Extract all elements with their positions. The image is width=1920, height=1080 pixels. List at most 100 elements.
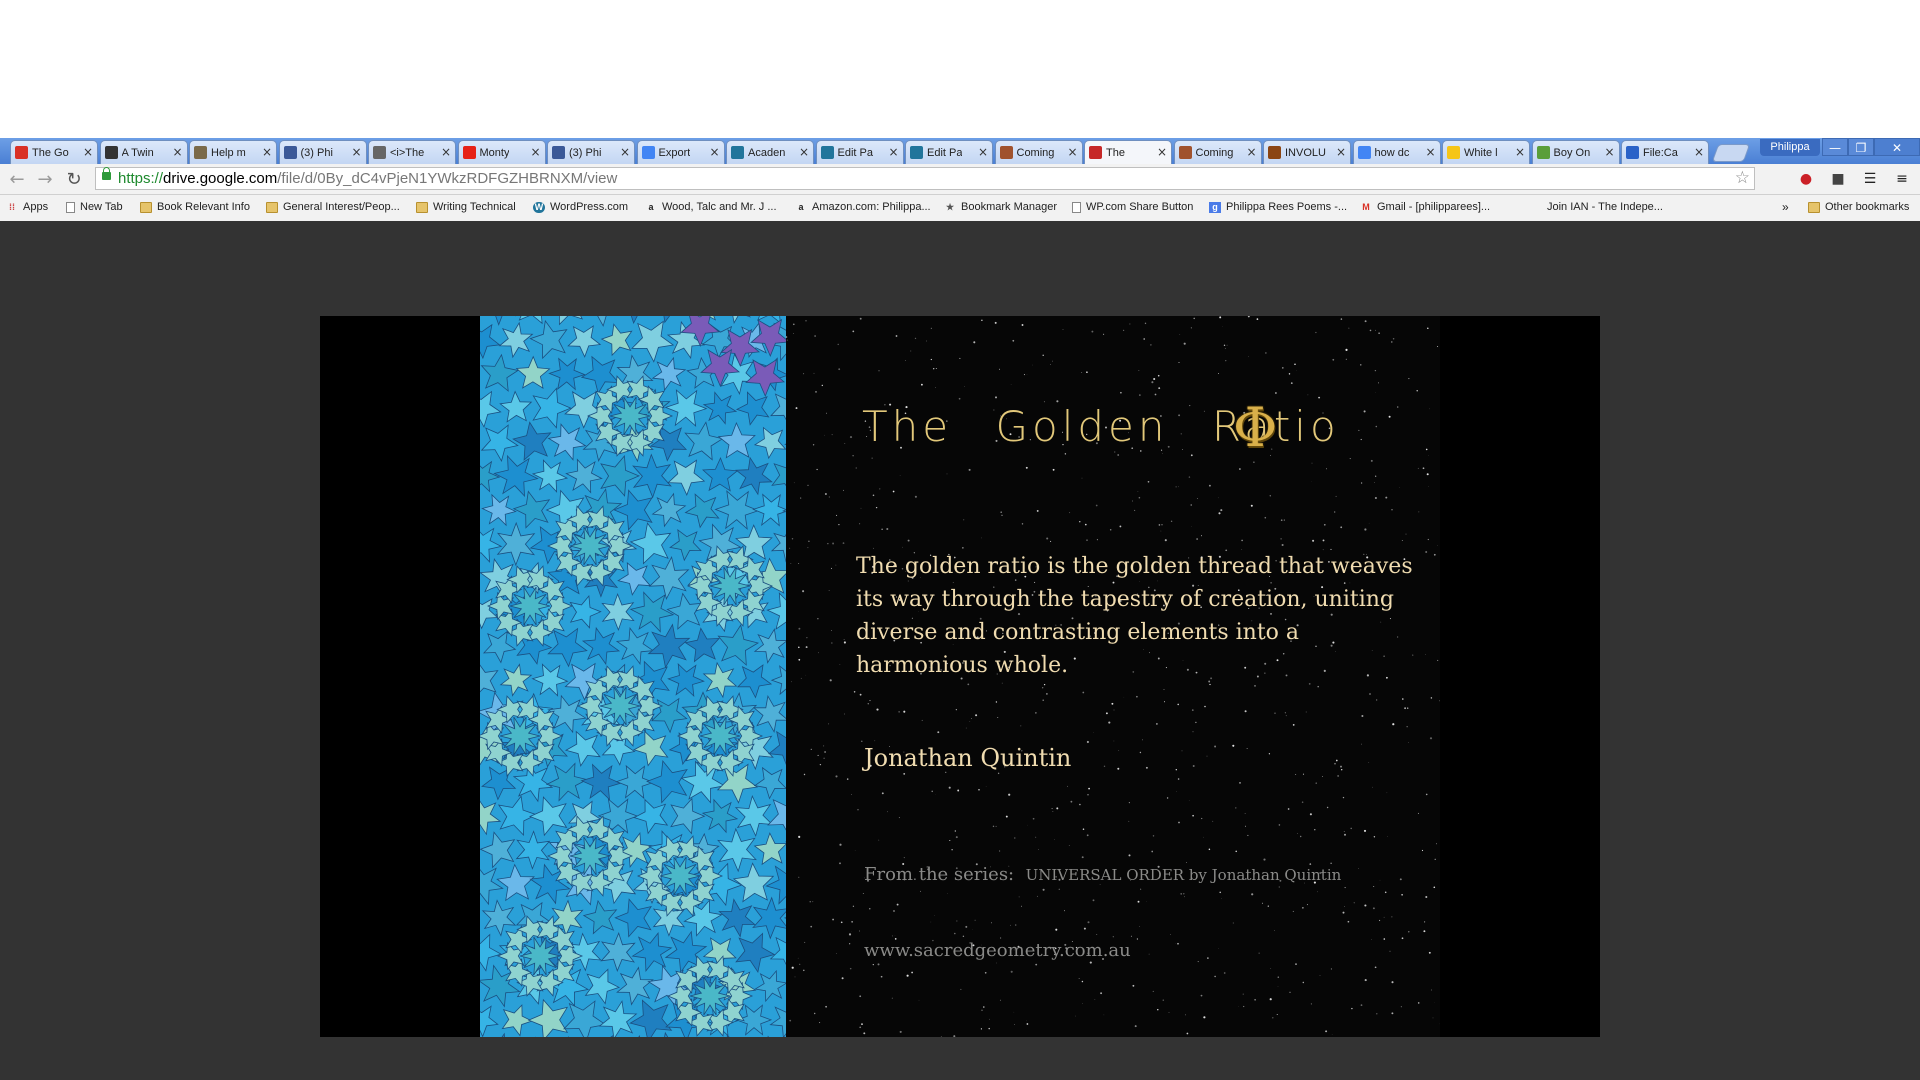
folder-icon [416,201,428,213]
bookmark-item[interactable]: M Gmail - [philipparees]... [1360,201,1490,213]
browser-tab[interactable]: Export × [636,140,725,164]
tab-title: INVOLU [1285,146,1326,159]
close-window-button[interactable]: ✕ [1874,138,1920,156]
tab-title: Help m [211,146,246,159]
close-tab-icon[interactable]: × [172,145,182,159]
close-tab-icon[interactable]: × [1694,145,1704,159]
browser-tab[interactable]: The × [1084,140,1172,164]
close-tab-icon[interactable]: × [262,145,272,159]
bookmark-item[interactable]: WP.com Share Button [1072,201,1193,213]
bookmark-label: Apps [23,201,49,213]
close-tab-icon[interactable]: × [1336,145,1346,159]
close-tab-icon[interactable]: × [1515,145,1525,159]
facebook-icon [283,146,297,159]
bookmark-star-icon[interactable]: ☆ [1735,168,1750,188]
close-tab-icon[interactable]: × [799,145,809,159]
golden-ratio-slide: The Golden Ratio Φ The golden ratio is t… [786,316,1440,1037]
new-tab-button[interactable] [1711,144,1750,162]
browser-tab[interactable]: <i>The × [368,140,456,164]
folder-icon [140,201,152,213]
browser-tab[interactable]: Coming × [1173,140,1262,164]
bookmark-item[interactable]: Writing Technical [416,201,516,213]
address-bar[interactable]: https://drive.google.com/file/d/0By_dC4v… [95,167,1755,190]
close-tab-icon[interactable]: × [1067,145,1077,159]
restore-button[interactable]: ❐ [1848,138,1874,156]
bookmark-label: WordPress.com [550,201,629,213]
menu-icon[interactable]: ≡ [1893,170,1911,188]
browser-tab[interactable]: Edit Pa × [815,140,904,164]
browser-tab[interactable]: Boy On × [1531,140,1620,164]
close-tab-icon[interactable]: × [1604,145,1614,159]
close-tab-icon[interactable]: × [1425,145,1435,159]
apps-icon: ⁞⁞ [9,201,15,212]
browser-tab[interactable]: Acaden × [726,140,814,164]
bookmark-label: Book Relevant Info [157,201,250,213]
star-mosaic-artwork [480,316,786,1037]
layers-icon[interactable]: ☰ [1861,170,1879,188]
youtube-icon [462,146,476,159]
google-icon [1357,146,1371,159]
reload-button[interactable]: ↻ [63,169,85,190]
amazon-icon: a [648,201,654,212]
close-tab-icon[interactable]: × [709,145,719,159]
bookmarks-overflow-button[interactable]: » [1782,200,1789,214]
wordpress-icon [910,146,923,159]
forward-button[interactable]: → [34,169,56,190]
browser-tab[interactable]: Help m × [189,140,277,164]
wordpress-icon: W [533,201,545,213]
site-icon [1268,146,1281,159]
back-button[interactable]: ← [6,169,28,190]
browser-tab[interactable]: File:Ca × [1621,140,1709,164]
bookmark-item[interactable]: ⁞⁞ Apps [6,201,48,213]
phi-symbol: Φ [1233,396,1278,459]
bookmark-item[interactable]: Book Relevant Info [140,201,250,213]
browser-tab[interactable]: Coming × [994,140,1083,164]
browser-tab[interactable]: White l × [1442,140,1530,164]
tab-title: The [1106,146,1125,159]
browser-tab[interactable]: A Twin × [99,140,188,164]
close-tab-icon[interactable]: × [978,145,988,159]
browser-tab[interactable]: Monty × [457,140,546,164]
minimize-button[interactable]: — [1822,138,1848,156]
google-plus-icon: g [1209,201,1221,213]
other-bookmarks-folder[interactable]: Other bookmarks [1808,201,1909,213]
bookmark-item[interactable]: Join IAN - The Indepe... [1530,201,1663,213]
tab-title: Coming [1016,146,1055,159]
close-tab-icon[interactable]: × [83,145,93,159]
tab-strip: Philippa — ❐ ✕ The Go × A Twin × Help m × (3) … [0,138,1920,164]
google-icon [641,146,655,159]
page-icon [1072,201,1081,213]
close-tab-icon[interactable]: × [441,145,451,159]
tab-title: Acaden [748,146,786,159]
close-tab-icon[interactable]: × [351,145,361,159]
profile-button[interactable]: Philippa [1760,139,1820,156]
close-tab-icon[interactable]: × [620,145,630,159]
browser-tab[interactable]: (3) Phi × [547,140,635,164]
browser-tab[interactable]: INVOLU × [1263,140,1351,164]
folder-icon [1808,201,1820,213]
page-icon [66,201,75,213]
close-tab-icon[interactable]: × [530,145,540,159]
gmail-icon [15,146,28,159]
bookmark-item[interactable]: a Amazon.com: Philippa... [795,201,930,213]
pinterest-icon[interactable]: ● [1797,170,1815,188]
bookmark-item[interactable]: a Wood, Talc and Mr. J ... [645,201,776,213]
browser-tab[interactable]: (3) Phi × [278,140,367,164]
bookmark-item[interactable]: ★ Bookmark Manager [944,201,1057,213]
toolbar: ← → ↻ https://drive.google.com/file/d/0B… [0,164,1920,195]
browser-tab[interactable]: Edit Pa × [905,140,993,164]
bookmark-item[interactable]: W WordPress.com [533,201,628,213]
browser-tab[interactable]: how dc × [1352,140,1441,164]
browser-tab[interactable]: The Go × [10,140,98,164]
tab-title: Export [658,146,691,159]
bookmark-item[interactable]: General Interest/Peop... [266,201,400,213]
close-tab-icon[interactable]: × [888,145,898,159]
close-tab-icon[interactable]: × [1157,145,1167,159]
tab-title: Boy On [1553,146,1591,159]
extension-icon[interactable]: ■ [1829,170,1847,188]
close-tab-icon[interactable]: × [1246,145,1256,159]
bookmark-item[interactable]: New Tab [66,201,123,213]
bookmark-label: Writing Technical [433,201,516,213]
tab-title: File:Ca [1643,146,1678,159]
bookmark-item[interactable]: g Philippa Rees Poems -... [1209,201,1347,213]
